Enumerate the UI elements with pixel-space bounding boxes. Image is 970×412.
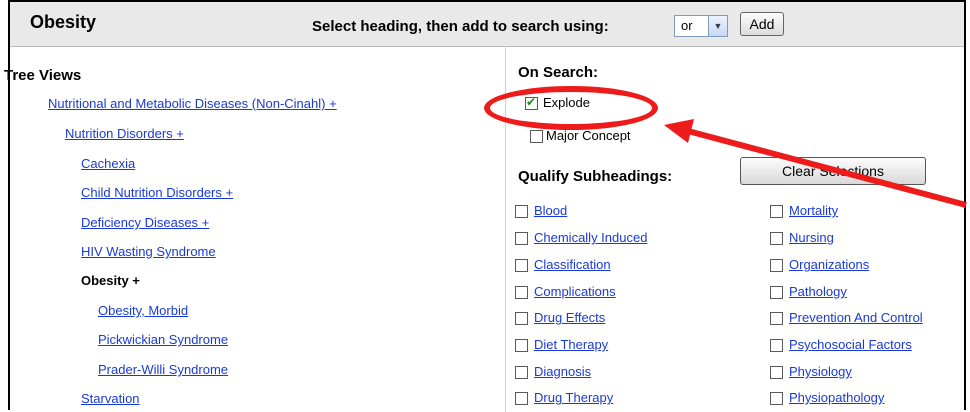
tree-item-hiv-wasting[interactable]: HIV Wasting Syndrome xyxy=(81,244,216,259)
chevron-down-icon[interactable]: ▼ xyxy=(708,16,727,36)
tree-item-child-nutrition[interactable]: Child Nutrition Disorders + xyxy=(81,185,233,200)
subheading-checkbox[interactable] xyxy=(515,232,528,245)
tree-item-nutrition-disorders[interactable]: Nutrition Disorders + xyxy=(65,126,184,141)
tree-item-deficiency[interactable]: Deficiency Diseases + xyxy=(81,215,209,230)
subheading-link[interactable]: Blood xyxy=(534,203,567,218)
subheading-link[interactable]: Drug Effects xyxy=(534,310,605,325)
tree-item-pickwickian[interactable]: Pickwickian Syndrome xyxy=(98,332,228,347)
subheading-checkbox[interactable] xyxy=(515,312,528,325)
subheading-checkbox[interactable] xyxy=(770,259,783,272)
on-search-heading: On Search: xyxy=(518,64,599,81)
add-button[interactable]: Add xyxy=(740,12,784,36)
clear-selections-button[interactable]: Clear Selections xyxy=(740,157,926,185)
subheading-checkbox[interactable] xyxy=(770,205,783,218)
page-title: Obesity xyxy=(30,12,97,32)
tree-item-prader-willi[interactable]: Prader-Willi Syndrome xyxy=(98,362,228,377)
tree-item-starvation[interactable]: Starvation xyxy=(81,391,140,406)
qualify-subheadings-heading: Qualify Subheadings: xyxy=(518,168,673,185)
subheading-link[interactable]: Diet Therapy xyxy=(534,337,608,352)
subheading-checkbox[interactable] xyxy=(770,312,783,325)
header-bar: Obesity Select heading, then add to sear… xyxy=(10,2,964,47)
subheading-link[interactable]: Diagnosis xyxy=(534,364,591,379)
subheading-link[interactable]: Classification xyxy=(534,257,611,272)
subheading-checkbox[interactable] xyxy=(770,366,783,379)
tree-item-cachexia[interactable]: Cachexia xyxy=(81,156,135,171)
subheading-link[interactable]: Mortality xyxy=(789,203,838,218)
subheading-link[interactable]: Chemically Induced xyxy=(534,230,647,245)
subheading-checkbox[interactable] xyxy=(770,392,783,405)
major-concept-label: Major Concept xyxy=(546,128,631,143)
subheading-link[interactable]: Nursing xyxy=(789,230,834,245)
subheading-link[interactable]: Drug Therapy xyxy=(534,390,613,405)
subheading-link[interactable]: Physiopathology xyxy=(789,390,884,405)
subheading-link[interactable]: Physiology xyxy=(789,364,852,379)
tree-views-heading: Tree Views xyxy=(4,67,82,84)
boolean-operator-value: or xyxy=(681,18,693,33)
boolean-operator-select[interactable]: or ▼ xyxy=(674,15,728,37)
major-concept-checkbox[interactable] xyxy=(530,130,543,143)
highlight-ellipse xyxy=(484,86,658,130)
subheading-checkbox[interactable] xyxy=(770,339,783,352)
subheading-link[interactable]: Psychosocial Factors xyxy=(789,337,912,352)
subheading-link[interactable]: Organizations xyxy=(789,257,869,272)
subheading-checkbox[interactable] xyxy=(515,205,528,218)
subheading-link[interactable]: Pathology xyxy=(789,284,847,299)
subheading-checkbox[interactable] xyxy=(515,392,528,405)
tree-item-obesity-morbid[interactable]: Obesity, Morbid xyxy=(98,303,188,318)
subheading-link[interactable]: Prevention And Control xyxy=(789,310,923,325)
subheading-checkbox[interactable] xyxy=(515,259,528,272)
tree-item-nutritional-metabolic[interactable]: Nutritional and Metabolic Diseases (Non-… xyxy=(48,96,337,111)
add-instruction-label: Select heading, then add to search using… xyxy=(312,18,609,35)
subheading-checkbox[interactable] xyxy=(770,232,783,245)
subheading-checkbox[interactable] xyxy=(515,286,528,299)
subheading-link[interactable]: Complications xyxy=(534,284,616,299)
subheading-checkbox[interactable] xyxy=(515,366,528,379)
subheading-checkbox[interactable] xyxy=(515,339,528,352)
subheading-checkbox[interactable] xyxy=(770,286,783,299)
tree-item-obesity-current: Obesity + xyxy=(81,273,140,288)
